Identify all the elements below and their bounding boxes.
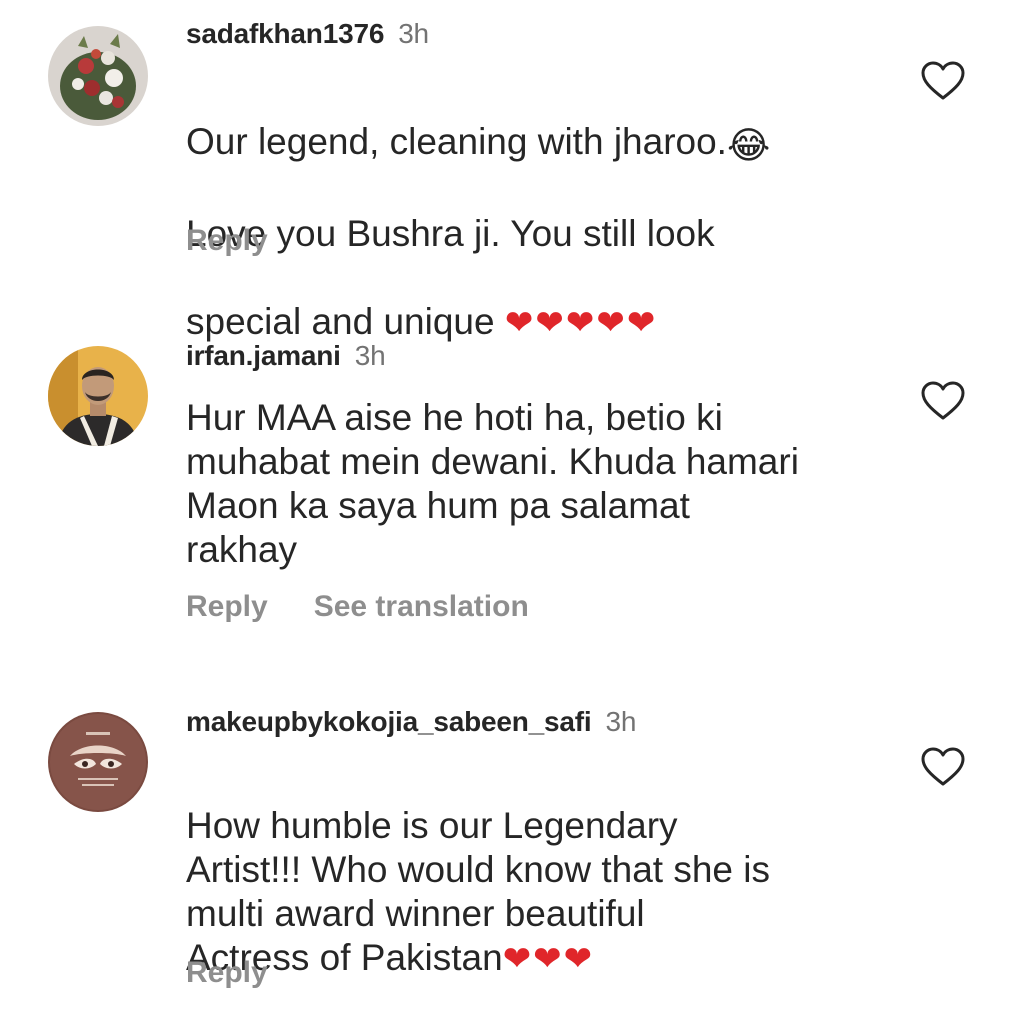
- see-translation-button[interactable]: See translation: [314, 590, 529, 623]
- reply-button[interactable]: Reply: [186, 224, 268, 257]
- comment-actions: Reply See translation: [186, 590, 529, 624]
- like-button[interactable]: [920, 746, 966, 788]
- like-button[interactable]: [920, 380, 966, 422]
- like-button[interactable]: [920, 60, 966, 102]
- comment-time: 3h: [354, 340, 386, 371]
- laughing-emoji-icon: 😂: [726, 125, 771, 166]
- avatar[interactable]: [48, 712, 148, 812]
- username-text[interactable]: irfan.jamani: [186, 340, 341, 371]
- username-text[interactable]: sadafkhan1376: [186, 18, 384, 49]
- comment-actions: Reply: [186, 224, 268, 258]
- comment-username[interactable]: makeupbykokojia_sabeen_safi 3h: [186, 706, 636, 738]
- comment-item: makeupbykokojia_sabeen_safi 3h How humble…: [0, 700, 1024, 1024]
- heart-outline-icon: [921, 381, 965, 420]
- comment-username[interactable]: irfan.jamani 3h: [186, 340, 386, 372]
- avatar[interactable]: [48, 346, 148, 446]
- reply-button[interactable]: Reply: [186, 590, 268, 623]
- comment-item: irfan.jamani 3h Hur MAA aise he hoti ha, …: [0, 330, 1024, 660]
- flower-bouquet-avatar: [48, 26, 148, 126]
- comment-time: 3h: [398, 18, 429, 49]
- comment-text-line: Our legend, cleaning with jharoo.: [186, 121, 727, 162]
- comment-text: How humble is our Legendary Artist!!! Wh…: [186, 760, 906, 981]
- comment-text: Hur MAA aise he hoti ha, betio ki muhaba…: [186, 397, 799, 570]
- avatar[interactable]: [48, 26, 148, 126]
- heart-outline-icon: [921, 61, 965, 100]
- comment-text-body: How humble is our Legendary Artist!!! Wh…: [186, 805, 771, 978]
- comment-time: 3h: [605, 706, 637, 737]
- person-photo-avatar: [48, 346, 148, 446]
- reply-button[interactable]: Reply: [186, 956, 268, 989]
- comment-username[interactable]: sadafkhan1376 3h: [186, 18, 429, 50]
- makeup-logo-avatar: [48, 712, 148, 812]
- heart-outline-icon: [921, 747, 965, 786]
- comment-text: Our legend, cleaning with jharoo.😂 Love …: [186, 76, 906, 345]
- red-hearts-emoji: ❤❤❤: [502, 940, 595, 978]
- comment-actions: Reply: [186, 956, 268, 990]
- username-text[interactable]: makeupbykokojia_sabeen_safi: [186, 706, 592, 737]
- comment-item: sadafkhan1376 3h Our legend, cleaning wit…: [0, 0, 1024, 342]
